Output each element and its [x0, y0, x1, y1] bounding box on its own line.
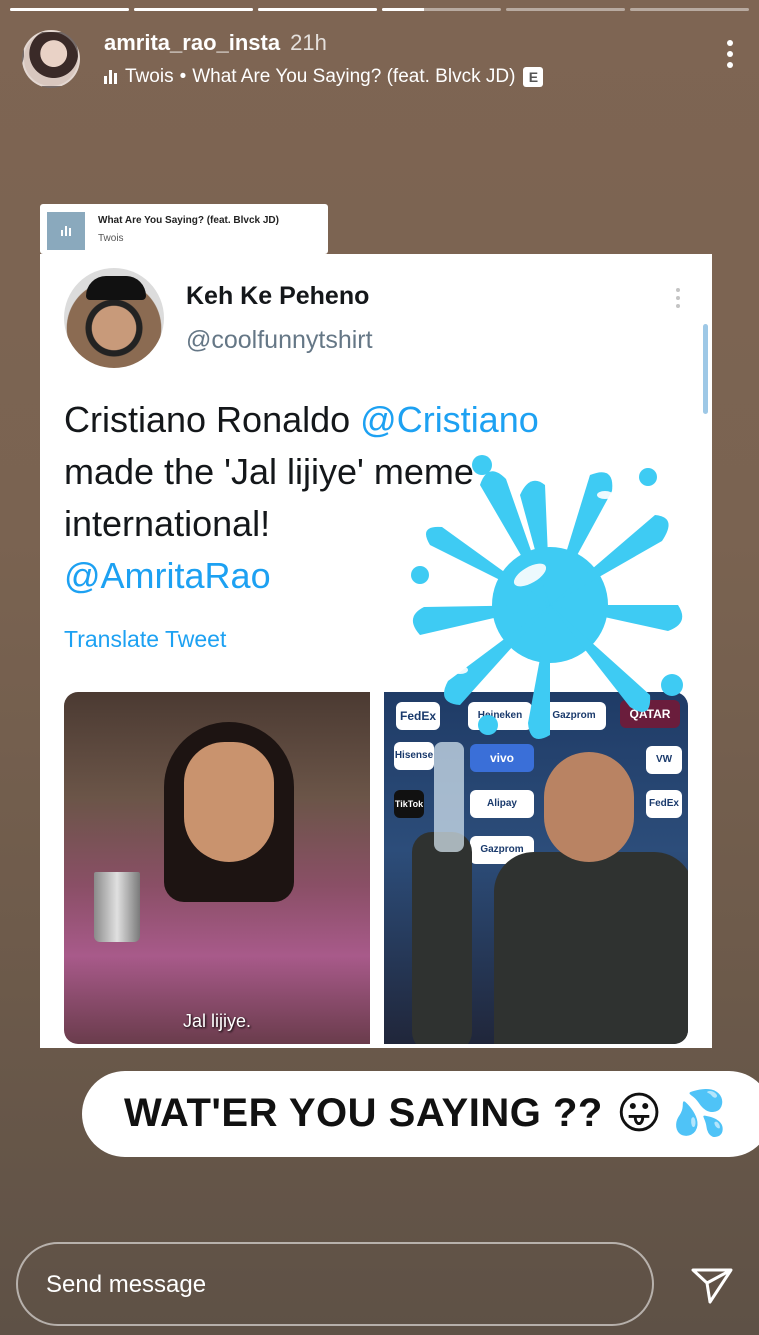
tweet-avatar: [64, 268, 164, 368]
progress-segment: [382, 8, 501, 11]
music-separator: •: [179, 66, 187, 87]
avatar[interactable]: [22, 30, 80, 88]
send-icon[interactable]: [690, 1266, 734, 1306]
sponsor-logo: vivo: [470, 744, 534, 772]
music-artist: Twois: [125, 66, 174, 87]
tweet-mention: @AmritaRao: [64, 555, 271, 596]
caption-text: WAT'ER YOU SAYING ??: [124, 1091, 603, 1135]
image-caption: Jal lijiye.: [182, 1011, 252, 1031]
sweat-droplets-emoji-icon: 💦: [672, 1089, 727, 1138]
music-album-art-icon: [47, 212, 85, 250]
tweet-mention: @Cristiano: [360, 399, 539, 440]
progress-segment: [506, 8, 625, 11]
scrollbar: [703, 324, 708, 414]
music-sticker-title: What Are You Saying? (feat. Blvck JD): [98, 215, 279, 226]
sponsor-logo: TikTok: [394, 790, 424, 818]
music-sticker[interactable]: What Are You Saying? (feat. Blvck JD) Tw…: [40, 204, 328, 254]
music-sticker-artist: Twois: [98, 233, 124, 244]
post-time: 21h: [290, 30, 327, 55]
story-progress-bar: [10, 8, 749, 11]
sponsor-logo: Hisense: [394, 742, 434, 770]
sponsor-logo: Alipay: [470, 790, 534, 818]
story-header: amrita_rao_insta 21h Twois • What Are You…: [22, 28, 737, 90]
sponsor-logo: FedEx: [646, 790, 682, 818]
tweet-more-icon: [676, 288, 680, 308]
progress-segment: [10, 8, 129, 11]
progress-segment: [258, 8, 377, 11]
tweet-text-part: Cristiano Ronaldo: [64, 399, 361, 440]
music-attribution[interactable]: Twois • What Are You Saying? (feat. Blvc…: [104, 66, 544, 88]
music-bars-icon: [104, 70, 117, 84]
progress-segment: [134, 8, 253, 11]
reply-field[interactable]: [16, 1242, 654, 1326]
progress-segment: [630, 8, 749, 11]
music-title: What Are You Saying? (feat. Blvck JD): [192, 66, 516, 87]
username[interactable]: amrita_rao_insta: [104, 30, 280, 55]
glass-icon: [94, 872, 140, 942]
more-vertical-icon[interactable]: [723, 40, 737, 68]
water-bottle-icon: [434, 742, 464, 852]
caption-sticker: WAT'ER YOU SAYING ?? 😛 💦: [82, 1071, 759, 1157]
translate-tweet-link: Translate Tweet: [64, 626, 227, 652]
tweet-author-handle: @coolfunnytshirt: [186, 326, 373, 354]
tweet-image-left: Jal lijiye.: [64, 692, 370, 1044]
tweet-author-name: Keh Ke Peheno: [186, 282, 370, 310]
water-splash-icon: [411, 455, 683, 739]
sponsor-logo: VW: [646, 746, 682, 774]
send-message-input[interactable]: [44, 1262, 608, 1308]
tongue-emoji-icon: 😛: [616, 1089, 662, 1138]
username-row[interactable]: amrita_rao_insta 21h: [104, 30, 327, 56]
explicit-badge: E: [523, 67, 544, 87]
